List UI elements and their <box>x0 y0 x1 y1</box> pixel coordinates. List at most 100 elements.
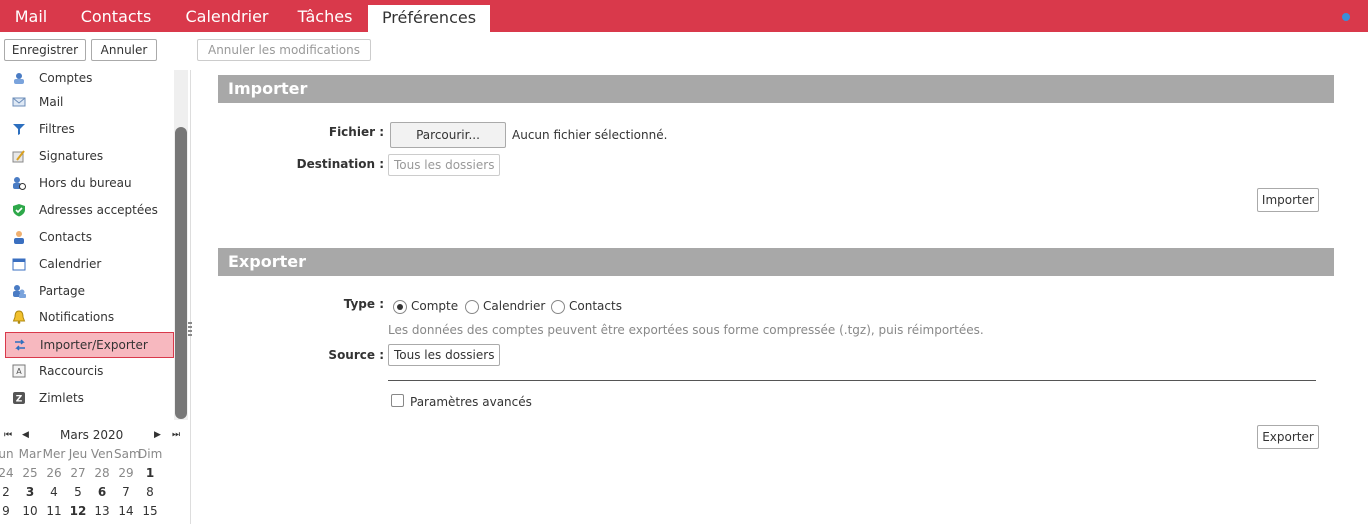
shortcuts-icon: A <box>12 364 26 378</box>
calendar-day[interactable]: 25 <box>18 464 42 483</box>
calendar-weekday: Mar <box>18 447 42 461</box>
zimlets-icon: Z <box>12 391 26 405</box>
tab-preferences[interactable]: Préférences <box>368 5 490 32</box>
calendar-day[interactable]: 8 <box>138 483 162 502</box>
import-button[interactable]: Importer <box>1257 188 1319 212</box>
calendar-day[interactable]: 12 <box>66 502 90 521</box>
source-select[interactable]: Tous les dossiers <box>388 344 501 366</box>
sidebar-item-label: Importer/Exporter <box>40 338 148 352</box>
browse-button[interactable]: Parcourir... <box>390 122 506 148</box>
no-file-text: Aucun fichier sélectionné. <box>512 128 668 142</box>
sharing-icon <box>12 284 26 298</box>
save-button[interactable]: Enregistrer <box>4 39 86 61</box>
calendar-day[interactable]: 11 <box>42 502 66 521</box>
type-option-account-label[interactable]: Compte <box>411 299 458 313</box>
sidebar-item-label: Contacts <box>39 230 92 244</box>
destination-select[interactable]: Tous les dossiers <box>388 154 501 176</box>
calendar-day[interactable]: 2 <box>0 483 18 502</box>
calendar-day[interactable]: 13 <box>90 502 114 521</box>
splitter-handle[interactable] <box>188 322 192 338</box>
calendar-weekday: Jeu <box>68 447 88 461</box>
trusted-addresses-icon <box>12 203 26 217</box>
advanced-settings-checkbox[interactable] <box>391 394 404 407</box>
cancel-button[interactable]: Annuler <box>91 39 157 61</box>
app-tab-bar: Mail Contacts Calendrier Tâches Préféren… <box>0 0 1368 32</box>
sidebar-item-label: Adresses acceptées <box>39 203 158 217</box>
sidebar-item-label: Partage <box>39 284 86 298</box>
calendar-day[interactable]: 29 <box>114 464 138 483</box>
calendar-day[interactable]: 10 <box>18 502 42 521</box>
calendar-day[interactable]: 9 <box>0 502 18 521</box>
export-button[interactable]: Exporter <box>1257 425 1319 449</box>
type-radio-account[interactable] <box>393 300 407 314</box>
calendar-day[interactable]: 15 <box>138 502 162 521</box>
sidebar-item-label: Notifications <box>39 310 115 324</box>
tab-mail[interactable]: Mail <box>8 0 54 32</box>
revert-changes-button[interactable]: Annuler les modifications <box>197 39 371 61</box>
sidebar-item-import-export[interactable]: Importer/Exporter <box>5 332 174 358</box>
calendar-weekday: Dim <box>138 447 163 461</box>
sidebar-item-notifications[interactable]: Notifications <box>8 305 172 329</box>
sidebar-item-accounts[interactable]: Comptes <box>8 66 172 90</box>
status-indicator <box>1342 13 1350 21</box>
sidebar-scroll-thumb[interactable] <box>175 127 187 419</box>
type-option-contacts-label[interactable]: Contacts <box>569 299 622 313</box>
sidebar-item-contacts[interactable]: Contacts <box>8 225 172 249</box>
sidebar-item-label: Calendrier <box>39 257 102 271</box>
import-export-icon <box>13 338 27 352</box>
file-label: Fichier : <box>328 125 384 139</box>
sidebar-item-zimlets[interactable]: Z Zimlets <box>8 386 172 410</box>
tab-tasks[interactable]: Tâches <box>290 0 360 32</box>
last-month-button[interactable]: ⏭ <box>172 425 180 445</box>
calendar-day[interactable]: 26 <box>42 464 66 483</box>
sidebar-item-signatures[interactable]: Signatures <box>8 144 172 168</box>
calendar-day[interactable]: 6 <box>90 483 114 502</box>
filter-icon <box>12 122 26 136</box>
sidebar-item-label: Raccourcis <box>39 364 104 378</box>
calendar-day[interactable]: 27 <box>66 464 90 483</box>
sidebar-item-mail[interactable]: Mail <box>8 90 172 114</box>
sidebar-item-calendar[interactable]: Calendrier <box>8 252 172 276</box>
advanced-settings-label[interactable]: Paramètres avancés <box>410 395 532 409</box>
calendar-day[interactable]: 14 <box>114 502 138 521</box>
calendar-day[interactable]: 7 <box>114 483 138 502</box>
svg-text:A: A <box>16 367 22 376</box>
type-option-calendar-label[interactable]: Calendrier <box>483 299 545 313</box>
calendar-day[interactable]: 3 <box>18 483 42 502</box>
calendar-weekday-row: un Mar Mer Jeu Ven Sam Dim <box>0 445 190 464</box>
next-month-button[interactable]: ▶ <box>154 425 161 445</box>
sidebar-item-shortcuts[interactable]: A Raccourcis <box>8 359 172 383</box>
export-header-text: Exporter <box>228 252 306 271</box>
sidebar-item-out-of-office[interactable]: Hors du bureau <box>8 171 172 195</box>
calendar-day[interactable]: 5 <box>66 483 90 502</box>
sidebar-item-sharing[interactable]: Partage <box>8 279 172 303</box>
calendar-day[interactable]: 4 <box>42 483 66 502</box>
sidebar-item-label: Mail <box>39 95 64 109</box>
first-month-button[interactable]: ⏮ <box>4 425 12 445</box>
calendar-weekday: un <box>0 447 14 461</box>
accounts-icon <box>12 71 26 85</box>
tab-calendar[interactable]: Calendrier <box>178 0 276 32</box>
calendar-month-label[interactable]: Mars 2020 <box>60 425 123 445</box>
type-radio-contacts[interactable] <box>551 300 565 314</box>
sidebar-item-trusted-addresses[interactable]: Adresses acceptées <box>8 198 172 222</box>
sidebar-item-label: Comptes <box>39 71 93 85</box>
calendar-week-row: 2345678 <box>0 483 190 502</box>
calendar-day[interactable]: 1 <box>138 464 162 483</box>
out-of-office-icon <box>12 176 26 190</box>
sidebar-item-filters[interactable]: Filtres <box>8 117 172 141</box>
contacts-icon <box>12 230 26 244</box>
calendar-weekday: Mer <box>42 447 66 461</box>
calendar-weekday: Sam <box>114 447 141 461</box>
calendar-weekday: Ven <box>90 447 114 461</box>
import-header-text: Importer <box>228 79 308 98</box>
export-section-header: Exporter <box>218 248 1334 276</box>
type-radio-calendar[interactable] <box>465 300 479 314</box>
calendar-day[interactable]: 28 <box>90 464 114 483</box>
tab-contacts[interactable]: Contacts <box>68 0 164 32</box>
calendar-week-row: 24 25 26 27 28 29 1 <box>0 464 190 483</box>
calendar-day[interactable]: 24 <box>0 464 18 483</box>
prev-month-button[interactable]: ◀ <box>22 425 29 445</box>
destination-label: Destination : <box>296 157 384 171</box>
calendar-week-row: 9 10 11 12 13 14 15 <box>0 502 190 521</box>
